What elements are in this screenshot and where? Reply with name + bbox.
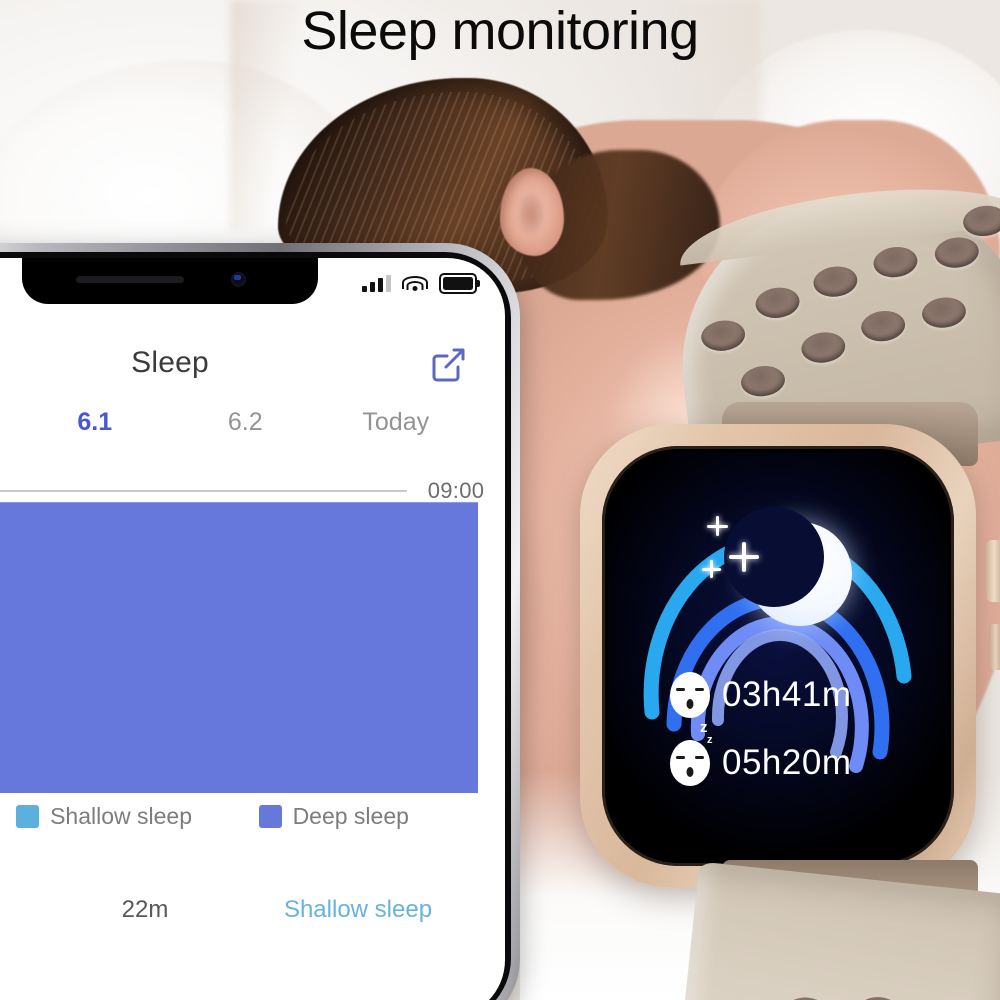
legend-label-shallow-sleep: Shallow sleep <box>50 802 192 829</box>
watch-crown[interactable] <box>986 540 1000 602</box>
date-tab-1[interactable]: 6.1 <box>20 408 171 437</box>
date-tab-0[interactable]: 5.31 <box>0 408 20 437</box>
status-bar <box>362 270 480 296</box>
sleep-timeline-chart: 09:00 e awake Shallow sleep Deep sleep <box>0 464 505 1000</box>
legend-swatch-deep-sleep <box>258 804 282 828</box>
wifi-icon <box>402 275 428 292</box>
detail-duration: 22m <box>121 896 169 923</box>
watch-stat-row-light: 03h41m <box>670 672 910 718</box>
battery-full-icon <box>439 272 480 294</box>
date-tab-bar[interactable]: 5.31 6.1 6.2 Today <box>0 400 505 444</box>
crescent-moon-icon <box>700 507 870 650</box>
chart-legend: e awake Shallow sleep Deep sleep <box>0 798 505 834</box>
screenshot-root: Sleep monitoring Sleep 6.1 6.2 Today 09:… <box>0 0 1000 1000</box>
chart-gridline <box>0 490 407 492</box>
smartwatch: 03h41m zz 05h20m <box>556 172 1000 1000</box>
ear-inner-shadow <box>516 190 546 238</box>
watch-stat-row-deep: zz 05h20m <box>670 720 910 786</box>
phone-screen: Sleep 5.31 6.1 6.2 Today 09:00 <box>0 258 505 1000</box>
front-camera-icon <box>231 272 246 287</box>
earpiece-speaker <box>76 276 184 283</box>
phone-notch <box>22 258 318 304</box>
page-title: Sleep monitoring <box>301 1 699 61</box>
legend-item-shallow-sleep: Shallow sleep <box>16 803 259 830</box>
signal-bars-icon <box>362 274 391 292</box>
star-icon-2b <box>729 555 759 559</box>
legend-item-awake: e awake <box>0 803 16 830</box>
watch-side-button[interactable] <box>989 624 1000 670</box>
detail-sleep-type: Shallow sleep <box>283 896 433 923</box>
watch-face-sleep[interactable]: 03h41m zz 05h20m <box>608 452 948 860</box>
chart-gridline-time-label: 09:00 <box>427 478 485 503</box>
external-link-icon[interactable] <box>427 344 469 386</box>
date-tab-2[interactable]: 6.2 <box>170 408 321 437</box>
moon-shape <box>724 507 852 626</box>
legend-swatch-shallow-sleep <box>16 804 40 828</box>
phone-mockup: Sleep 5.31 6.1 6.2 Today 09:00 <box>0 243 520 1000</box>
legend-label-deep-sleep: Deep sleep <box>292 802 409 829</box>
sleep-detail-row[interactable]: 21:29-21:51 22m Shallow sleep <box>0 890 483 930</box>
sleeping-face-zzz-icon: zz <box>670 720 713 786</box>
sleeping-face-icon <box>670 672 710 718</box>
chart-gridline-row: 09:00 <box>0 478 505 503</box>
deep-sleep-block[interactable] <box>0 502 478 793</box>
zzz-icon: zz <box>700 719 713 746</box>
watch-stat-value-light: 03h41m <box>722 675 852 714</box>
star-icon-3b <box>702 568 721 571</box>
legend-item-deep-sleep: Deep sleep <box>258 802 505 830</box>
detail-time-range: 21:29-21:51 <box>0 896 57 924</box>
watch-stat-value-deep: 05h20m <box>722 743 852 782</box>
star-icon-1b <box>707 525 728 528</box>
watch-sleep-stats: 03h41m zz 05h20m <box>670 672 910 808</box>
date-tab-today[interactable]: Today <box>321 408 472 437</box>
